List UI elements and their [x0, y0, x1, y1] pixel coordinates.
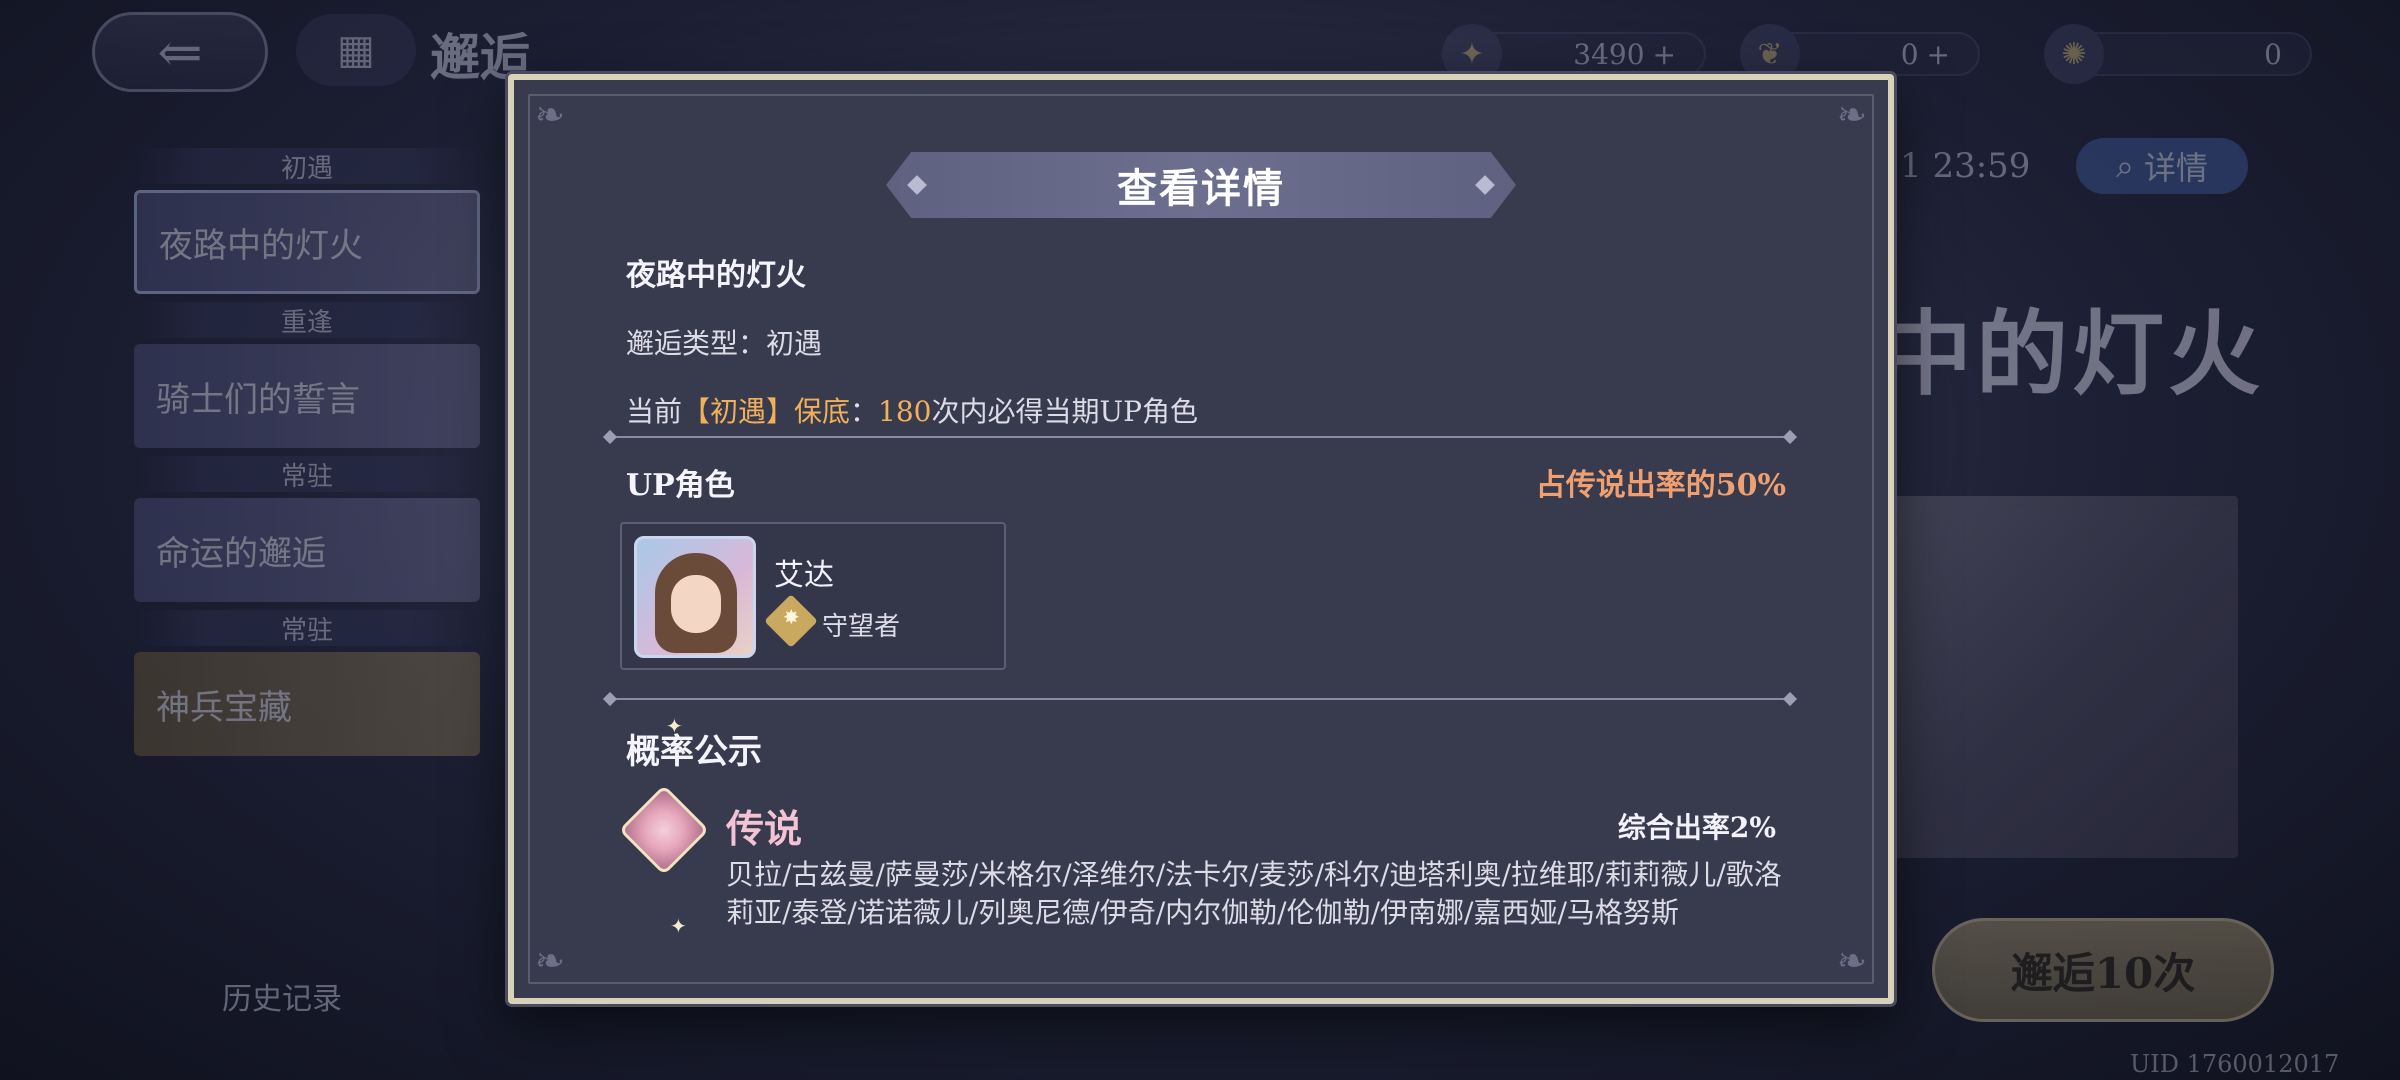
corner-ornament-icon: ❧	[534, 95, 566, 136]
type-label: 邂逅类型：	[626, 327, 767, 360]
flame-icon: ✺	[2044, 24, 2104, 84]
banner-info: 夜路中的灯火 邂逅类型：初遇 当前【初遇】保底：180次内必得当期UP角色	[626, 250, 1786, 430]
side-card-banner[interactable]: 命运的邂逅	[134, 498, 480, 602]
tier-character-list[interactable]: 贝拉/古兹曼/萨曼莎/米格尔/泽维尔/法卡尔/麦莎/科尔/迪塔利奥/拉维耶/莉莉…	[726, 856, 1796, 952]
legend-flower-icon	[618, 784, 710, 876]
character-avatar	[634, 536, 756, 658]
character-name: 艾达	[774, 558, 834, 593]
side-header: 重逢	[134, 302, 480, 338]
pity-colon: ：	[850, 395, 879, 428]
probability-title: 概率公示	[626, 732, 762, 772]
tier-rate: 综合出率2%	[1617, 811, 1776, 844]
side-header: 常驻	[134, 610, 480, 646]
avatar-face	[671, 575, 721, 633]
search-icon: ⌕	[2116, 146, 2134, 185]
corner-ornament-icon: ❧	[534, 941, 566, 982]
menu-button[interactable]: ▦	[296, 14, 416, 86]
pity-highlight: 【初遇】保底	[682, 395, 851, 428]
side-card-banner[interactable]: 夜路中的灯火	[134, 190, 480, 294]
up-character-header: UP角色 占传说出率的50%	[626, 460, 1786, 504]
up-rate: 占传说出率的50%	[1535, 468, 1786, 503]
banner-title: 中的灯火	[1880, 300, 2265, 408]
side-header: 初遇	[134, 148, 480, 184]
side-header: 常驻	[134, 456, 480, 492]
modal-title: 查看详情	[1117, 165, 1285, 212]
sparkle-icon: ✦	[666, 714, 683, 738]
back-arrow-icon: ⇐	[157, 20, 203, 84]
corner-ornament-icon: ❧	[1836, 941, 1868, 982]
diamond-icon	[907, 175, 927, 195]
pity-suffix: 次内必得当期UP角色	[931, 395, 1198, 428]
banner-artwork	[1880, 496, 2238, 858]
currency-plus[interactable]: +	[1653, 38, 1676, 71]
up-character-card[interactable]: 艾达 ✸ 守望者	[620, 522, 1006, 670]
side-card-banner[interactable]: 神兵宝藏	[134, 652, 480, 756]
history-button[interactable]: 历史记录	[222, 974, 342, 1018]
details-button[interactable]: ⌕ 详情	[2076, 138, 2248, 194]
currency-value: 0	[1900, 37, 1919, 71]
currency-plus[interactable]: +	[1927, 38, 1950, 71]
back-button[interactable]: ⇐	[92, 12, 268, 92]
pull-10-label: 邂逅10次	[2010, 948, 2196, 998]
banner-type-line: 邂逅类型：初遇	[626, 322, 1786, 362]
currency-crystal[interactable]: ✦ 3490 +	[1442, 24, 1706, 84]
tier-label: 传说	[726, 806, 803, 851]
section-divider	[610, 698, 1790, 700]
currency-value: 0	[2264, 37, 2282, 71]
currency-flame[interactable]: ✺ 0	[2044, 24, 2312, 84]
pity-count: 180	[878, 395, 932, 428]
details-label: 详情	[2143, 149, 2208, 187]
type-value: 初遇	[766, 327, 823, 360]
corner-ornament-icon: ❧	[1836, 95, 1868, 136]
grid-icon: ▦	[337, 27, 375, 73]
modal-title-plate: 查看详情	[886, 152, 1516, 218]
currency-value: 3490	[1573, 37, 1645, 71]
pull-10-button[interactable]: 邂逅10次	[1932, 918, 2274, 1022]
uid-label: UID 1760012017	[2130, 1050, 2340, 1078]
pity-prefix: 当前	[626, 395, 683, 428]
details-modal: ❧ ❧ ❧ ❧ 查看详情 夜路中的灯火 邂逅类型：初遇 当前【初遇】保底：180…	[508, 74, 1894, 1004]
sparkle-icon: ✦	[670, 914, 687, 938]
banner-name: 夜路中的灯火	[626, 258, 806, 293]
section-divider	[610, 436, 1790, 438]
character-role: 守望者	[822, 612, 901, 642]
currency-feather[interactable]: ❦ 0 +	[1740, 24, 1980, 84]
banner-timer: 1 23:59	[1900, 146, 2031, 186]
side-card-banner[interactable]: 骑士们的誓言	[134, 344, 480, 448]
banner-side-list: 初遇 夜路中的灯火 重逢 骑士们的誓言 常驻 命运的邂逅 常驻 神兵宝藏	[134, 140, 480, 756]
watcher-icon: ✸	[764, 594, 818, 648]
pity-line: 当前【初遇】保底：180次内必得当期UP角色	[626, 390, 1786, 430]
up-label: UP角色	[626, 468, 735, 503]
diamond-icon	[1475, 175, 1495, 195]
